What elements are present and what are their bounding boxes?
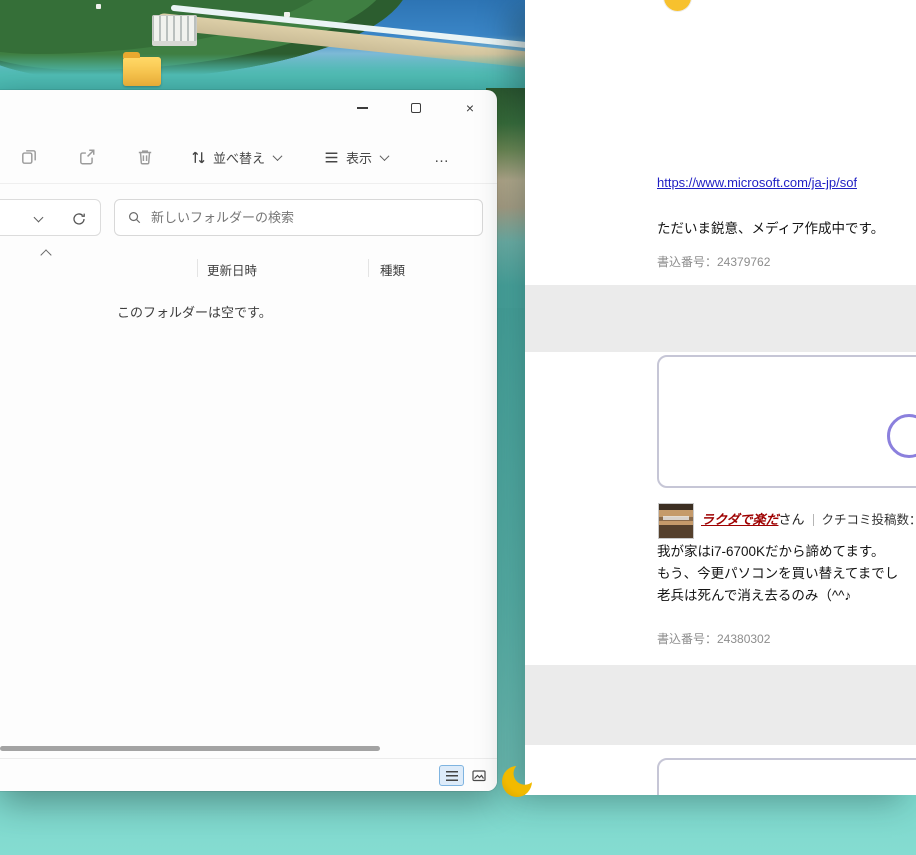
sort-icon (190, 149, 207, 166)
more-button[interactable]: … (434, 130, 450, 184)
section-divider (525, 285, 916, 352)
sticky-note-curl (502, 766, 532, 797)
sort-button[interactable]: 並べ替え (190, 130, 283, 184)
horizontal-scrollbar[interactable] (0, 745, 497, 752)
window-caption-buttons: × (335, 90, 497, 126)
post2-body-line: 我が家はi7-6700Kだから諦めてます。 (657, 544, 885, 559)
copy-icon (20, 148, 38, 166)
post1-link[interactable]: https://www.microsoft.com/ja-jp/sof (657, 175, 857, 190)
column-header-type[interactable]: 種類 (380, 260, 405, 279)
maximize-icon (411, 103, 421, 113)
post1-body: ただいま鋭意、メディア作成中です。 (657, 221, 885, 236)
view-icon (323, 149, 340, 166)
comment-box[interactable] (657, 758, 916, 795)
view-button[interactable]: 表示 (323, 130, 390, 184)
post2-username-suffix: さん (778, 512, 805, 527)
column-separator[interactable] (197, 259, 198, 277)
section-divider (525, 665, 916, 745)
column-separator[interactable] (368, 259, 369, 277)
close-icon: × (465, 100, 475, 116)
refresh-icon (73, 213, 85, 225)
search-icon (129, 212, 141, 224)
minimize-button[interactable] (335, 90, 389, 126)
search-input[interactable] (151, 210, 470, 225)
empty-folder-message: このフォルダーは空です。 (117, 305, 272, 320)
share-icon (78, 148, 96, 166)
file-explorer-window: × 並べ替え 表示 … 新しいフォルダーの検索 更新日時 種類 このフォルダーは… (0, 90, 497, 791)
trash-icon (136, 148, 154, 166)
address-row (0, 196, 497, 240)
chevron-down-icon (379, 150, 390, 161)
view-label: 表示 (346, 150, 373, 166)
status-bar (0, 758, 497, 791)
column-headers: 更新日時 種類 (0, 256, 497, 280)
maximize-button[interactable] (389, 90, 443, 126)
delete-button[interactable] (136, 130, 154, 184)
post1-avatar[interactable] (664, 0, 691, 11)
refresh-button[interactable] (69, 209, 89, 229)
wallpaper-building (152, 15, 197, 46)
command-bar: 並べ替え 表示 … (0, 130, 497, 184)
thumbnails-view-button[interactable] (466, 765, 491, 786)
post2-number: 書込番号：24380302 (657, 632, 771, 646)
details-view-icon (445, 770, 458, 781)
wallpaper-building-small (284, 12, 290, 17)
chevron-down-icon[interactable] (33, 212, 44, 223)
more-icon: … (434, 148, 450, 166)
post2-meta: クチコミ投稿数： (821, 513, 916, 527)
wallpaper-building-small (96, 4, 101, 9)
close-button[interactable]: × (443, 90, 497, 126)
post2-username-link[interactable]: ラクダで楽だ (701, 512, 778, 527)
forum-panel: https://www.microsoft.com/ja-jp/sof ただいま… (525, 0, 916, 795)
post1-number: 書込番号：24379762 (657, 255, 771, 269)
post2-header: ラクダで楽ださん クチコミ投稿数： (701, 509, 916, 528)
share-button[interactable] (78, 130, 96, 184)
post2-body-line: もう、今更パソコンを買い替えてまでし (657, 566, 899, 581)
comment-box[interactable] (657, 355, 916, 488)
sort-label: 並べ替え (213, 150, 266, 166)
post2-body: 我が家はi7-6700Kだから諦めてます。 もう、今更パソコンを買い替えてまでし… (657, 541, 916, 607)
details-view-button[interactable] (439, 765, 464, 786)
post2-body-line: 老兵は死んで消え去るのみ（^^♪ (657, 588, 852, 603)
minimize-icon (356, 107, 368, 109)
post2-avatar[interactable] (659, 504, 693, 538)
desktop-folder-icon[interactable] (123, 52, 161, 86)
chevron-down-icon (272, 150, 283, 161)
meta-separator (812, 514, 814, 526)
search-box[interactable] (114, 199, 483, 236)
hscroll-thumb[interactable] (0, 746, 380, 751)
address-bar[interactable] (0, 199, 101, 236)
column-header-modified[interactable]: 更新日時 (207, 260, 257, 279)
desktop: × 並べ替え 表示 … 新しいフォルダーの検索 更新日時 種類 このフォルダーは… (0, 0, 916, 855)
thumbnails-view-icon (471, 769, 486, 781)
copy-button[interactable] (20, 130, 38, 184)
